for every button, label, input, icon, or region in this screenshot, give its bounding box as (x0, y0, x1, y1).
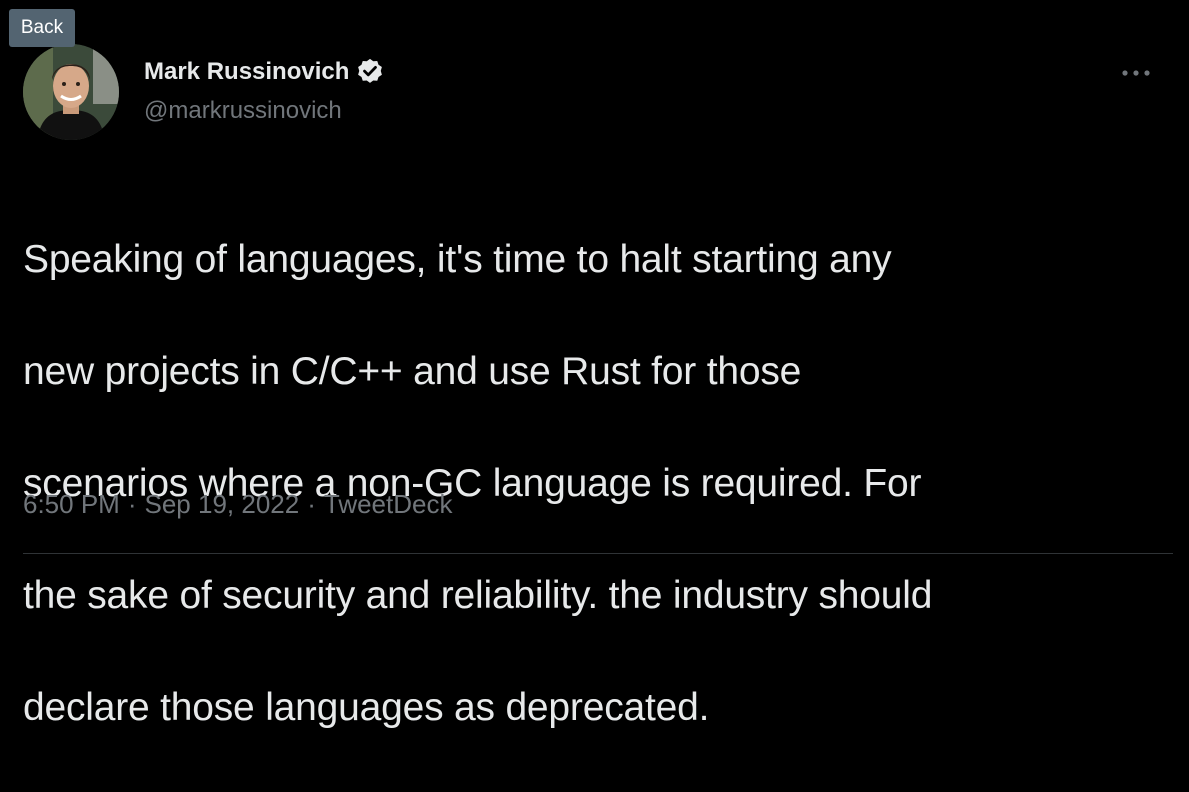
tweet-text-line: Speaking of languages, it's time to halt… (23, 238, 892, 281)
tweet-text-line: new projects in C/C++ and use Rust for t… (23, 350, 802, 393)
author-name-row[interactable]: Mark Russinovich (144, 56, 385, 88)
tweet-text-line: the sake of security and reliability. th… (23, 574, 933, 617)
avatar-photo (23, 44, 119, 140)
tweet-text: Speaking of languages, it's time to halt… (23, 176, 1163, 792)
tweet-meta: 6:50 PM · Sep 19, 2022 · TweetDeck (23, 487, 452, 521)
author-handle[interactable]: @markrussinovich (144, 95, 342, 127)
tweet-source-link[interactable]: TweetDeck (324, 489, 453, 519)
more-options-icon[interactable] (1110, 58, 1162, 88)
tweet-timestamp-date[interactable]: Sep 19, 2022 (145, 489, 300, 519)
tweet-text-line: declare those languages as deprecated. (23, 686, 710, 729)
meta-separator: · (127, 489, 137, 519)
author-display-name: Mark Russinovich (144, 58, 350, 85)
divider (23, 553, 1173, 554)
verified-badge-icon (355, 57, 385, 87)
back-button[interactable]: Back (9, 9, 75, 47)
meta-separator: · (307, 489, 316, 519)
tweet-timestamp-time[interactable]: 6:50 PM (23, 489, 120, 519)
avatar[interactable] (23, 44, 119, 140)
